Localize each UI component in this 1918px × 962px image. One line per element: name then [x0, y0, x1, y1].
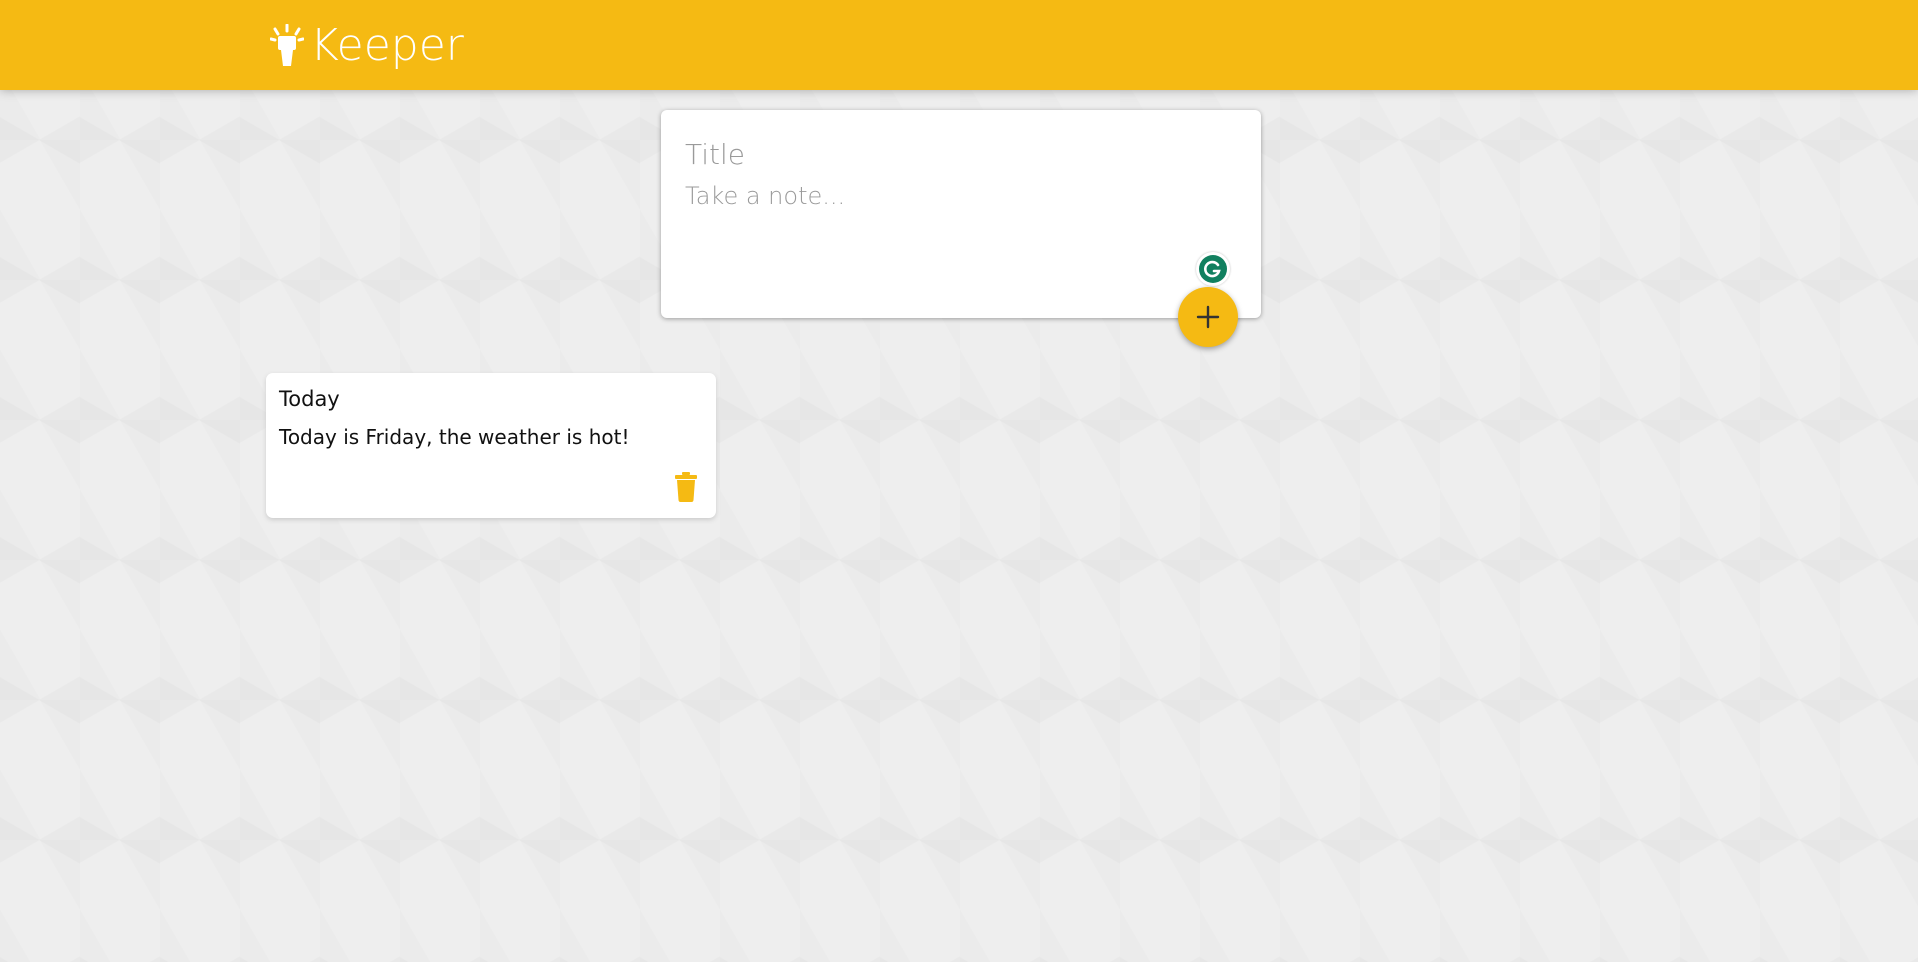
note-content-input[interactable] — [685, 182, 1237, 282]
plus-icon — [1196, 305, 1220, 329]
grammarly-button[interactable] — [1196, 252, 1230, 286]
note-title-input[interactable] — [685, 134, 1237, 174]
brand: Keeper — [270, 22, 464, 70]
create-note-form — [661, 110, 1261, 318]
grammarly-icon — [1199, 255, 1227, 283]
app-title: Keeper — [310, 20, 464, 71]
note-card: Today Today is Friday, the weather is ho… — [266, 373, 716, 518]
add-note-button[interactable] — [1178, 287, 1238, 347]
delete-note-button[interactable] — [672, 470, 700, 504]
note-title: Today — [279, 387, 340, 411]
note-content: Today is Friday, the weather is hot! — [279, 425, 630, 449]
lightbulb-icon — [270, 24, 304, 66]
trash-icon — [675, 472, 697, 502]
app-header: Keeper — [0, 0, 1918, 90]
